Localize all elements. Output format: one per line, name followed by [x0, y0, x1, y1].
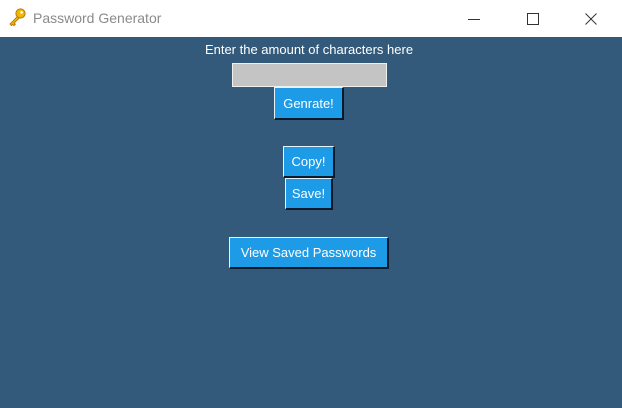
- app-window: Password Generator Enter the amount of c…: [0, 0, 622, 408]
- window-title: Password Generator: [33, 10, 162, 26]
- close-button[interactable]: [568, 0, 614, 37]
- title-bar[interactable]: Password Generator: [0, 0, 622, 37]
- key-icon: [7, 7, 27, 27]
- character-count-label: Enter the amount of characters here: [204, 42, 414, 57]
- minimize-button[interactable]: [451, 0, 497, 37]
- close-icon: [585, 12, 597, 25]
- minimize-icon: [468, 18, 480, 20]
- copy-button[interactable]: Copy!: [283, 146, 335, 178]
- save-button[interactable]: Save!: [285, 178, 333, 210]
- maximize-icon: [527, 12, 539, 25]
- view-saved-passwords-button[interactable]: View Saved Passwords: [229, 237, 389, 269]
- maximize-button[interactable]: [510, 0, 556, 37]
- generate-button[interactable]: Genrate!: [274, 87, 344, 120]
- main-panel: Enter the amount of characters here Genr…: [0, 37, 622, 408]
- character-count-input[interactable]: [232, 63, 387, 87]
